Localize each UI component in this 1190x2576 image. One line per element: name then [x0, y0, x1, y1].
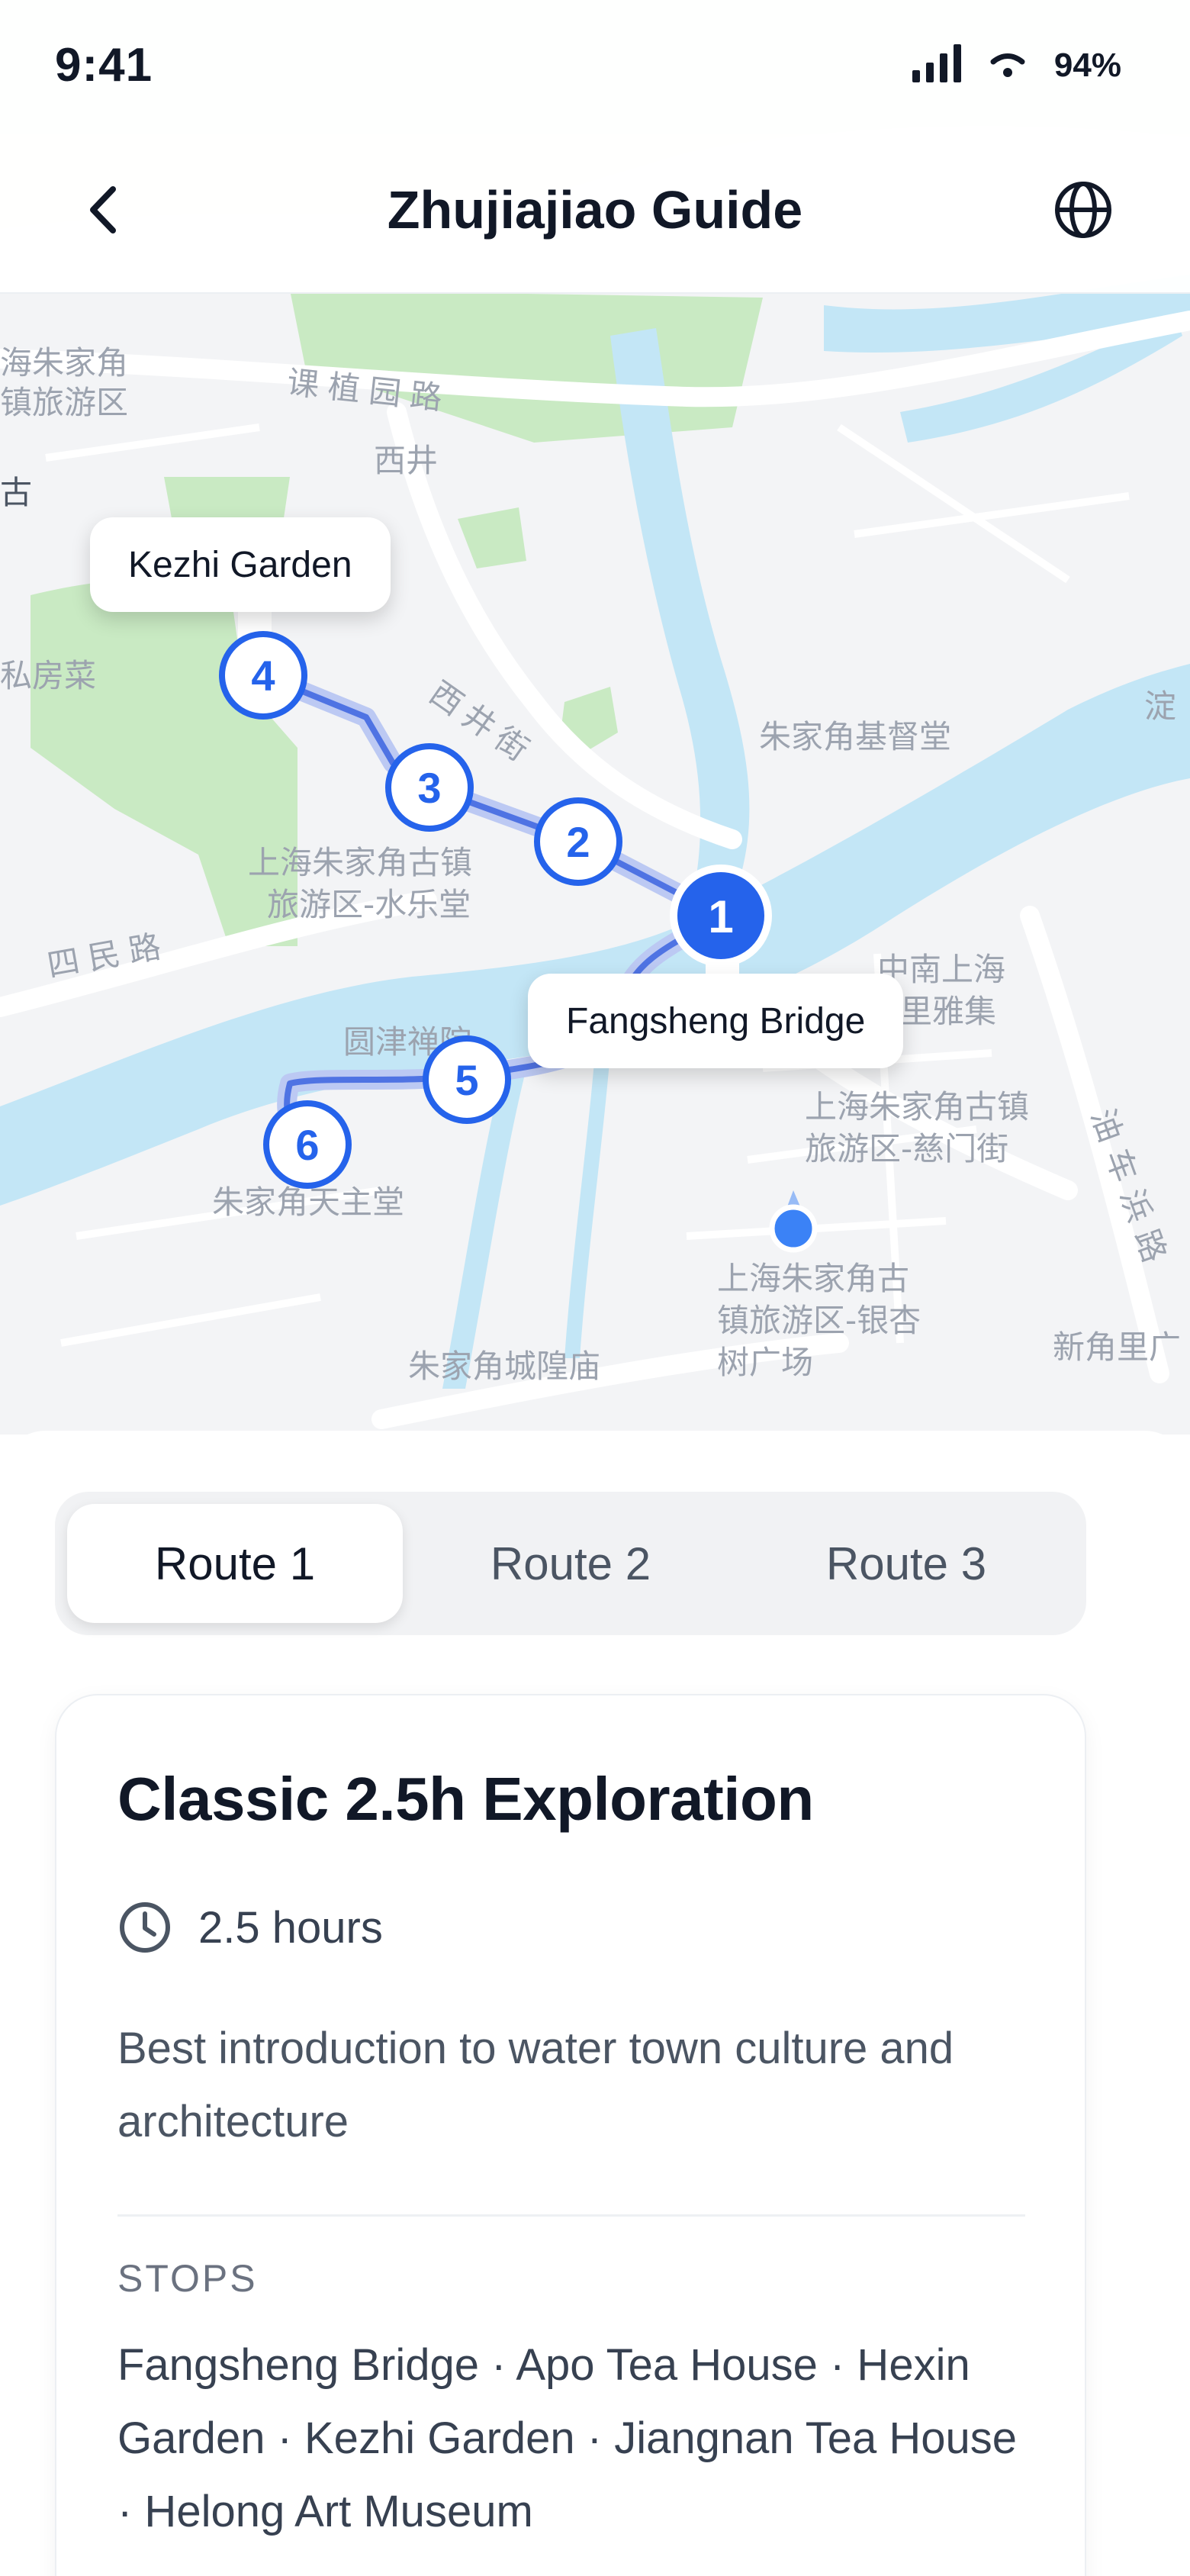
tab-route-2[interactable]: Route 2	[403, 1504, 738, 1623]
cellular-signal-icon	[912, 44, 961, 86]
map-label: 里雅集	[900, 993, 996, 1030]
svg-text:2: 2	[566, 818, 590, 866]
map-label: 私房菜	[0, 657, 96, 694]
map-label: 上海朱家角古镇	[805, 1088, 1029, 1125]
status-time: 9:41	[55, 39, 153, 92]
map-label: 西井	[374, 442, 438, 479]
app-header: Zhujiajiao Guide	[0, 134, 1190, 294]
route-marker-3[interactable]: 3	[385, 743, 474, 832]
route-card[interactable]: Classic 2.5h Exploration 2.5 hours Best …	[55, 1694, 1086, 2576]
map-label: 朱家角天主堂	[212, 1183, 404, 1221]
fangsheng-bridge-callout[interactable]: Fangsheng Bridge	[528, 974, 904, 1068]
map-label: 朱家角基督堂	[759, 718, 951, 755]
route-marker-6[interactable]: 6	[263, 1100, 352, 1189]
globe-icon	[1055, 182, 1111, 238]
callout-label: Fangsheng Bridge	[566, 1000, 866, 1042]
tab-route-3[interactable]: Route 3	[738, 1504, 1074, 1623]
svg-text:6: 6	[295, 1121, 319, 1169]
map-label: 镇旅游区	[0, 384, 128, 421]
route-sheet: Route 1 Route 2 Route 3 Classic 2.5h Exp…	[0, 1431, 1190, 2576]
svg-text:3: 3	[417, 764, 441, 812]
stops-label: STOPS	[117, 2257, 258, 2300]
svg-text:1: 1	[708, 891, 733, 942]
divider	[117, 2214, 1025, 2217]
battery-percentage: 94%	[1053, 46, 1121, 84]
map-label: 淀	[1144, 687, 1176, 725]
route-description: Best introduction to water town culture …	[117, 2024, 954, 2146]
map-label: 古	[0, 474, 32, 511]
duration-text: 2.5 hours	[198, 1902, 383, 1953]
tab-route-1[interactable]: Route 1	[67, 1504, 403, 1623]
route-tabs: Route 1 Route 2 Route 3	[55, 1492, 1086, 1635]
route-title: Classic 2.5h Exploration	[117, 1765, 814, 1833]
wifi-icon	[989, 48, 1027, 82]
map-label: 朱家角城隍庙	[408, 1348, 600, 1385]
map-label: 新角里广	[1053, 1328, 1181, 1366]
route-marker-4[interactable]: 4	[219, 631, 307, 720]
map-label: 上海朱家角古镇	[248, 844, 472, 881]
callout-label: Kezhi Garden	[128, 544, 352, 585]
map-label: 树广场	[717, 1344, 813, 1381]
status-indicators: 94%	[912, 44, 1121, 86]
map-label: 镇旅游区-银杏	[717, 1302, 921, 1339]
page-title: Zhujiajiao Guide	[387, 180, 803, 240]
svg-text:5: 5	[455, 1056, 478, 1104]
route-duration: 2.5 hours	[117, 1900, 383, 1955]
map-label: 海朱家角	[0, 344, 128, 382]
language-button[interactable]	[1049, 175, 1118, 244]
route-marker-5[interactable]: 5	[423, 1035, 511, 1124]
map-label: 上海朱家角古	[717, 1260, 909, 1297]
kezhi-garden-callout[interactable]: Kezhi Garden	[90, 517, 391, 612]
clock-icon	[120, 1902, 170, 1953]
route-marker-2[interactable]: 2	[534, 797, 622, 886]
map-label: 旅游区-慈门街	[805, 1130, 1008, 1167]
map-label: 旅游区-水乐堂	[267, 886, 471, 923]
route-marker-1[interactable]: 1	[670, 865, 772, 967]
stops-list: Fangsheng Bridge · Apo Tea House · Hexin…	[117, 2340, 1017, 2536]
status-bar: 9:41 94%	[0, 0, 1190, 134]
svg-text:4: 4	[251, 652, 275, 700]
